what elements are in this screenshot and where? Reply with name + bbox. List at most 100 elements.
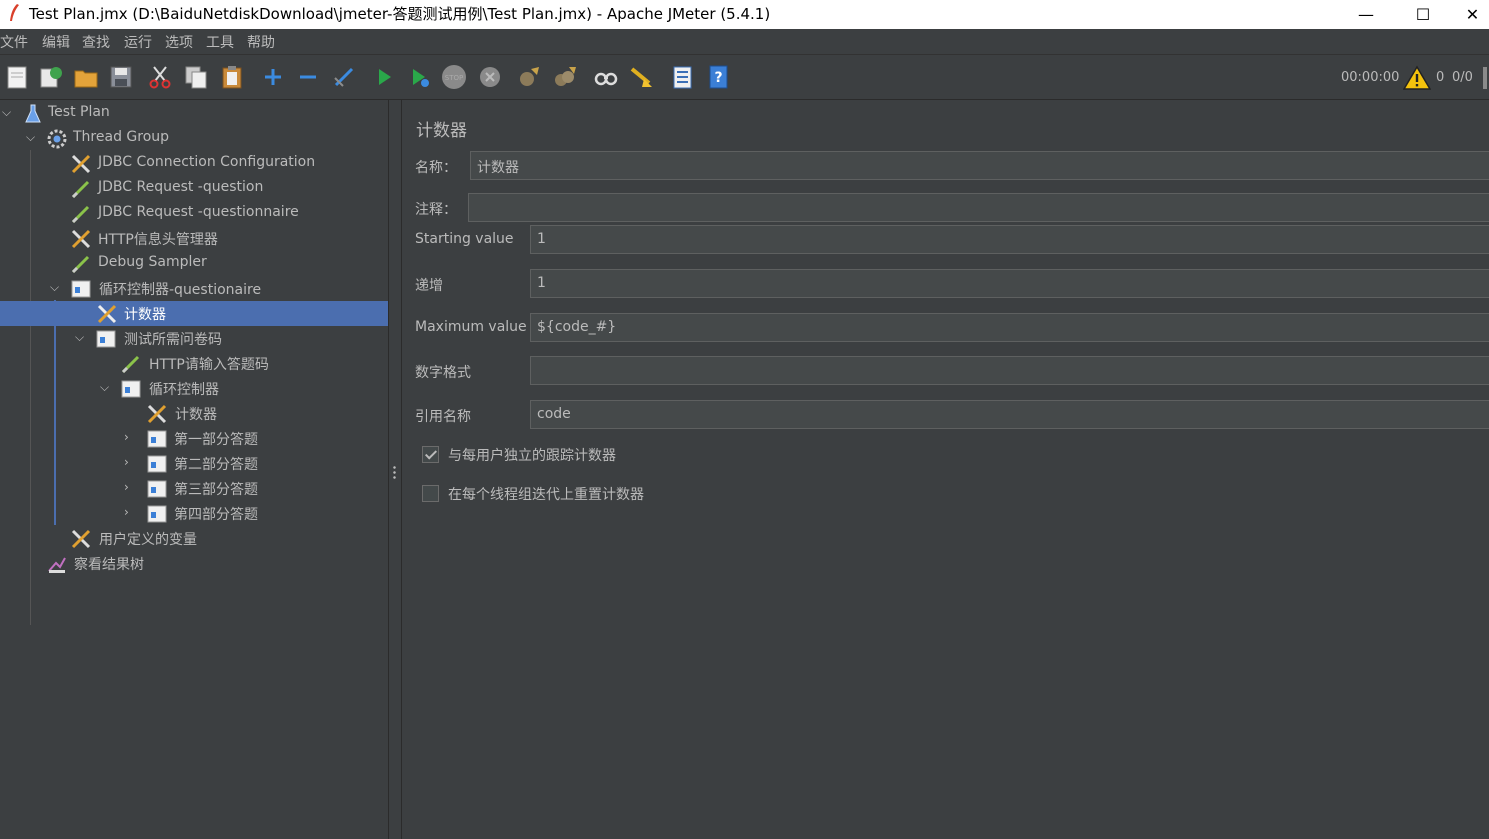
tree-node-counter[interactable]: 计数器 xyxy=(0,401,388,426)
active-threads: 0/0 xyxy=(1452,70,1473,85)
tree-node-loop-controller-questionaire[interactable]: ⌵ 循环控制器-questionaire xyxy=(0,276,388,301)
sampler-icon xyxy=(71,180,90,199)
tree-node-user-variables[interactable]: 用户定义的变量 xyxy=(0,526,388,551)
open-icon[interactable] xyxy=(72,63,100,91)
tree-node-jdbc-questionnaire[interactable]: JDBC Request -questionnaire xyxy=(0,201,388,226)
number-format-field[interactable] xyxy=(530,356,1489,385)
close-button[interactable]: ✕ xyxy=(1456,0,1489,29)
search-icon[interactable] xyxy=(592,63,620,91)
config-element-icon xyxy=(97,304,117,324)
reset-counter-checkbox[interactable] xyxy=(422,485,439,502)
tree-node-test-plan[interactable]: ⌵ Test Plan xyxy=(0,101,388,126)
warning-icon[interactable] xyxy=(1403,65,1431,91)
chevron-down-icon[interactable]: ⌵ xyxy=(50,280,64,294)
svg-text:STOP: STOP xyxy=(445,74,463,82)
splitter-grip[interactable] xyxy=(393,465,396,481)
chevron-right-icon[interactable]: › xyxy=(124,480,138,494)
save-icon[interactable] xyxy=(107,63,135,91)
controller-icon xyxy=(121,380,141,398)
menu-edit[interactable]: 编辑 xyxy=(42,32,70,52)
reset-counter-label: 在每个线程组迭代上重置计数器 xyxy=(448,487,644,503)
maximum-value-label: Maximum value xyxy=(415,319,527,335)
expand-icon[interactable] xyxy=(259,63,287,91)
config-element-icon xyxy=(71,229,91,249)
chevron-right-icon[interactable]: › xyxy=(124,455,138,469)
increment-label: 递增 xyxy=(415,278,443,294)
comment-field[interactable] xyxy=(468,193,1489,222)
menu-search[interactable]: 查找 xyxy=(82,32,110,52)
toggle-icon[interactable] xyxy=(330,63,358,91)
tree-node-loop-controller[interactable]: ⌵ 循环控制器 xyxy=(0,376,388,401)
toolbar: STOP ? 00:00:00 0 0/0 xyxy=(0,54,1489,100)
controller-icon xyxy=(147,430,167,448)
menu-options[interactable]: 选项 xyxy=(165,32,193,52)
cut-icon[interactable] xyxy=(146,63,174,91)
counter-config-panel: 计数器 名称： 计数器 注释： Starting value 1 递增 1 Ma… xyxy=(401,100,1489,839)
config-element-icon xyxy=(71,154,91,174)
tree-node-jdbc-question[interactable]: JDBC Request -question xyxy=(0,176,388,201)
copy-icon[interactable] xyxy=(182,63,210,91)
svg-text:?: ? xyxy=(714,70,722,86)
tree-node-part-1[interactable]: › 第一部分答题 xyxy=(0,426,388,451)
controller-icon xyxy=(147,505,167,523)
panel-title: 计数器 xyxy=(416,121,467,141)
name-field[interactable]: 计数器 xyxy=(470,151,1489,180)
sampler-icon xyxy=(71,255,90,274)
listener-icon xyxy=(48,557,66,573)
templates-icon[interactable] xyxy=(37,63,65,91)
minimize-button[interactable]: — xyxy=(1343,0,1389,29)
test-plan-icon xyxy=(25,104,41,123)
tree-node-http-header-manager[interactable]: HTTP信息头管理器 xyxy=(0,226,388,251)
stop-icon[interactable]: STOP xyxy=(440,63,468,91)
chevron-down-icon[interactable]: ⌵ xyxy=(26,130,40,144)
maximize-button[interactable]: ☐ xyxy=(1400,0,1446,29)
pane-splitter[interactable] xyxy=(389,100,401,839)
menu-bar: 文件 编辑 查找 运行 选项 工具 帮助 xyxy=(0,29,1489,54)
chevron-right-icon[interactable]: › xyxy=(124,430,138,444)
clear-all-icon[interactable] xyxy=(551,63,579,91)
collapse-icon[interactable] xyxy=(294,63,322,91)
tree-node-required-codes[interactable]: ⌵ 测试所需问卷码 xyxy=(0,326,388,351)
tree-node-results-tree[interactable]: 察看结果树 xyxy=(0,551,388,576)
menu-tools[interactable]: 工具 xyxy=(206,32,234,52)
tree-node-debug-sampler[interactable]: Debug Sampler xyxy=(0,251,388,276)
reference-name-field[interactable]: code xyxy=(530,400,1489,429)
function-helper-icon[interactable] xyxy=(668,63,696,91)
chevron-down-icon[interactable]: ⌵ xyxy=(2,105,16,119)
tree-node-http-input-code[interactable]: HTTP请输入答题码 xyxy=(0,351,388,376)
controller-icon xyxy=(71,280,91,298)
menu-run[interactable]: 运行 xyxy=(124,32,152,52)
tree-node-part-3[interactable]: › 第三部分答题 xyxy=(0,476,388,501)
starting-value-field[interactable]: 1 xyxy=(530,225,1489,254)
tree-node-part-4[interactable]: › 第四部分答题 xyxy=(0,501,388,526)
increment-field[interactable]: 1 xyxy=(530,269,1489,298)
tree-node-part-2[interactable]: › 第二部分答题 xyxy=(0,451,388,476)
tree-node-counter-selected[interactable]: 计数器 xyxy=(0,301,388,326)
start-no-pause-icon[interactable] xyxy=(405,63,433,91)
elapsed-timer: 00:00:00 xyxy=(1341,70,1400,85)
config-element-icon xyxy=(71,529,91,549)
clear-icon[interactable] xyxy=(515,63,543,91)
chevron-right-icon[interactable]: › xyxy=(124,505,138,519)
controller-icon xyxy=(96,330,116,348)
menu-help[interactable]: 帮助 xyxy=(247,32,275,52)
new-icon[interactable] xyxy=(3,63,31,91)
tree-node-jdbc-config[interactable]: JDBC Connection Configuration xyxy=(0,151,388,176)
start-icon[interactable] xyxy=(370,63,398,91)
config-element-icon xyxy=(147,404,167,424)
maximum-value-field[interactable]: ${code_#} xyxy=(530,313,1489,342)
chevron-down-icon[interactable]: ⌵ xyxy=(75,330,89,344)
menu-file[interactable]: 文件 xyxy=(0,32,28,52)
help-icon[interactable]: ? xyxy=(704,63,732,91)
sampler-icon xyxy=(71,205,90,224)
shutdown-icon[interactable] xyxy=(476,63,504,91)
test-plan-tree[interactable]: ⌵ Test Plan ⌵ Thread Group JDBC Connecti… xyxy=(0,100,389,839)
per-user-checkbox[interactable] xyxy=(422,446,439,463)
error-count: 0 xyxy=(1436,70,1445,85)
per-user-label: 与每用户独立的跟踪计数器 xyxy=(448,448,616,464)
reset-search-icon[interactable] xyxy=(627,63,655,91)
title-bar: Test Plan.jmx (D:\BaiduNetdiskDownload\j… xyxy=(0,0,1489,29)
paste-icon[interactable] xyxy=(218,63,246,91)
chevron-down-icon[interactable]: ⌵ xyxy=(100,380,114,394)
tree-node-thread-group[interactable]: ⌵ Thread Group xyxy=(0,126,388,151)
